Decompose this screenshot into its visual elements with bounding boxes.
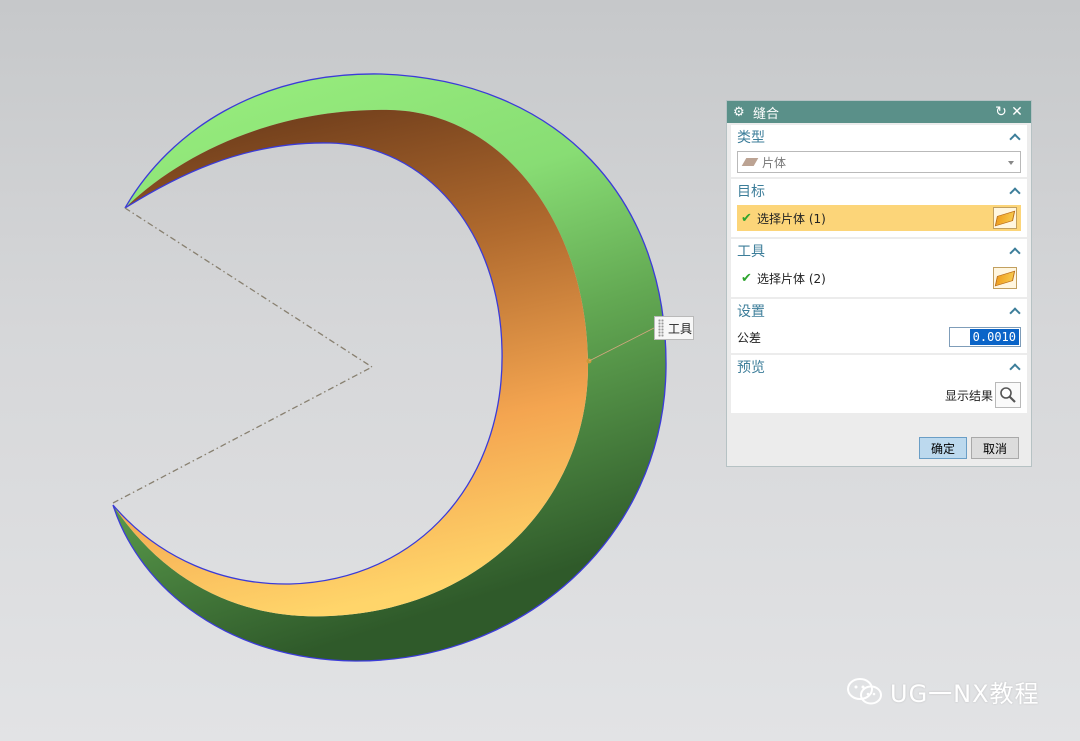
sheet-body-icon xyxy=(994,270,1016,286)
select-sheet-button[interactable] xyxy=(993,207,1017,229)
magnifier-icon xyxy=(1000,387,1016,403)
ok-button[interactable]: 确定 xyxy=(919,437,967,459)
sheet-body-icon xyxy=(994,210,1016,226)
check-icon: ✔ xyxy=(741,270,752,286)
settings-section: 设置 公差 0.0010 xyxy=(731,299,1027,353)
type-section: 类型 片体 xyxy=(731,125,1027,177)
construction-line-upper xyxy=(124,207,373,368)
tolerance-label: 公差 xyxy=(737,330,762,345)
preview-section-header[interactable]: 预览 xyxy=(731,355,1027,379)
sew-dialog: ⚙ 缝合 ↻ ✕ 类型 片体 目标 ✔ 选择片体 (1) 工具 ✔ 选择片体 (… xyxy=(726,100,1032,467)
preview-section: 预览 显示结果 xyxy=(731,355,1027,413)
type-select[interactable]: 片体 xyxy=(737,151,1021,173)
tool-callout: 工具 xyxy=(654,316,694,340)
grip-icon xyxy=(658,319,664,337)
tool-callout-label: 工具 xyxy=(668,321,693,336)
watermark: UG一NX教程 xyxy=(846,674,1040,709)
type-select-value: 片体 xyxy=(762,155,787,170)
check-icon: ✔ xyxy=(741,210,752,226)
dialog-footer: 确定 取消 xyxy=(727,430,1031,466)
target-section: 目标 ✔ 选择片体 (1) xyxy=(731,179,1027,237)
type-section-header[interactable]: 类型 xyxy=(731,125,1027,149)
select-sheet-button[interactable] xyxy=(993,267,1017,289)
construction-line-lower xyxy=(112,366,373,504)
collapse-icon[interactable] xyxy=(1009,185,1021,197)
dialog-title: 缝合 xyxy=(753,106,780,122)
gear-icon[interactable]: ⚙ xyxy=(733,105,747,120)
tool-select-label: 选择片体 (2) xyxy=(757,271,826,286)
sheet-body-icon xyxy=(741,158,759,166)
tolerance-value: 0.0010 xyxy=(969,329,1019,345)
preview-section-label: 预览 xyxy=(737,360,765,376)
target-section-label: 目标 xyxy=(737,184,765,200)
target-select-row[interactable]: ✔ 选择片体 (1) xyxy=(737,205,1021,231)
tool-section-header[interactable]: 工具 xyxy=(731,239,1027,263)
collapse-icon[interactable] xyxy=(1009,131,1021,143)
reset-icon[interactable]: ↻ xyxy=(993,104,1009,120)
collapse-icon[interactable] xyxy=(1009,305,1021,317)
show-result-button[interactable] xyxy=(995,382,1021,408)
collapse-icon[interactable] xyxy=(1009,361,1021,373)
type-section-label: 类型 xyxy=(737,130,765,146)
settings-section-header[interactable]: 设置 xyxy=(731,299,1027,323)
target-select-label: 选择片体 (1) xyxy=(757,211,826,226)
collapse-icon[interactable] xyxy=(1009,245,1021,257)
wechat-icon xyxy=(847,677,882,704)
tolerance-input[interactable]: 0.0010 xyxy=(949,327,1021,347)
tool-select-row[interactable]: ✔ 选择片体 (2) xyxy=(737,265,1021,291)
tool-section: 工具 ✔ 选择片体 (2) xyxy=(731,239,1027,297)
close-icon[interactable]: ✕ xyxy=(1009,104,1025,120)
show-result-label: 显示结果 xyxy=(944,388,993,403)
target-section-header[interactable]: 目标 xyxy=(731,179,1027,203)
dialog-titlebar[interactable]: ⚙ 缝合 ↻ ✕ xyxy=(727,101,1031,123)
tool-section-label: 工具 xyxy=(737,244,765,260)
watermark-text: UG一NX教程 xyxy=(890,680,1040,708)
cancel-button[interactable]: 取消 xyxy=(971,437,1019,459)
chevron-down-icon xyxy=(1008,161,1014,165)
settings-section-label: 设置 xyxy=(737,304,765,320)
